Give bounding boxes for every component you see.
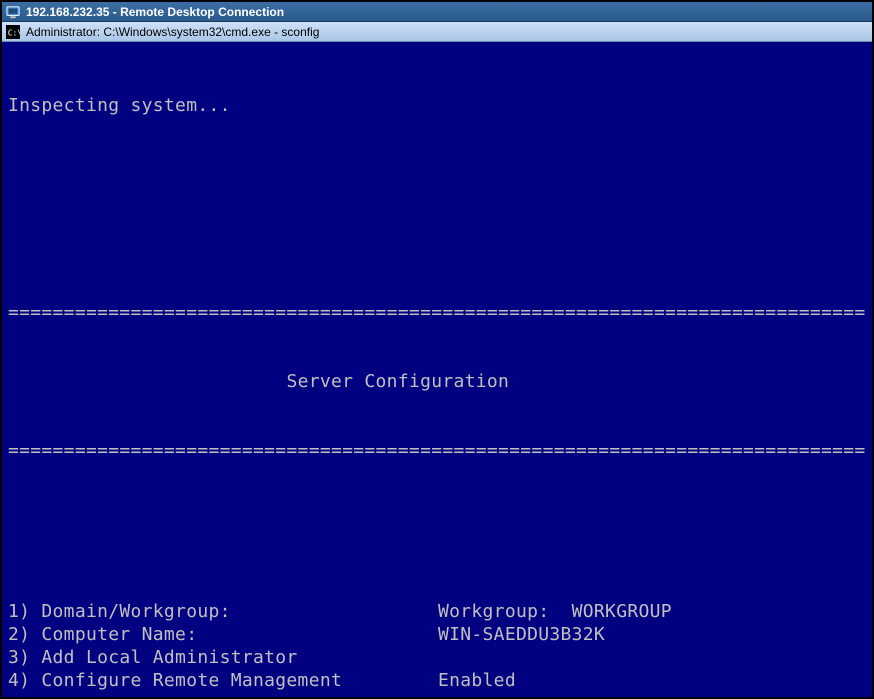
inspecting-line: Inspecting system... — [8, 94, 866, 117]
menu-item-label: 1) Domain/Workgroup: — [8, 600, 438, 623]
config-title: Server Configuration — [286, 371, 509, 392]
separator-bottom: ========================================… — [8, 439, 866, 462]
menu-item-value: Workgroup: WORKGROUP — [438, 600, 672, 623]
blank-line — [8, 163, 866, 186]
blank-line — [8, 232, 866, 255]
svg-text:C:\: C:\ — [8, 28, 20, 37]
menu-item-label: 4) Configure Remote Management — [8, 669, 438, 692]
menu-item-value: WIN-SAEDDU3B32K — [438, 623, 605, 646]
menu-item[interactable]: 4) Configure Remote ManagementEnabled — [8, 669, 866, 692]
menu-item[interactable]: 2) Computer Name:WIN-SAEDDU3B32K — [8, 623, 866, 646]
cmd-icon: C:\ — [6, 25, 20, 39]
rdc-icon — [6, 5, 20, 19]
terminal-area[interactable]: Inspecting system... ===================… — [2, 42, 872, 697]
menu-item-value: Enabled — [438, 669, 516, 692]
blank-line — [8, 508, 866, 531]
config-header: Server Configuration — [8, 370, 866, 393]
menu-item[interactable]: 1) Domain/Workgroup:Workgroup: WORKGROUP — [8, 600, 866, 623]
rdc-titlebar[interactable]: 192.168.232.35 - Remote Desktop Connecti… — [2, 2, 872, 22]
rdc-title: 192.168.232.35 - Remote Desktop Connecti… — [26, 5, 284, 19]
cmd-title: Administrator: C:\Windows\system32\cmd.e… — [26, 25, 319, 39]
menu-item-label: 2) Computer Name: — [8, 623, 438, 646]
menu-item[interactable]: 3) Add Local Administrator — [8, 646, 866, 669]
menu-block: 1) Domain/Workgroup:Workgroup: WORKGROUP… — [8, 600, 866, 692]
cmd-titlebar[interactable]: C:\ Administrator: C:\Windows\system32\c… — [2, 22, 872, 42]
menu-item-label: 3) Add Local Administrator — [8, 646, 438, 669]
window-frame: 192.168.232.35 - Remote Desktop Connecti… — [0, 0, 874, 699]
separator-top: ========================================… — [8, 301, 866, 324]
